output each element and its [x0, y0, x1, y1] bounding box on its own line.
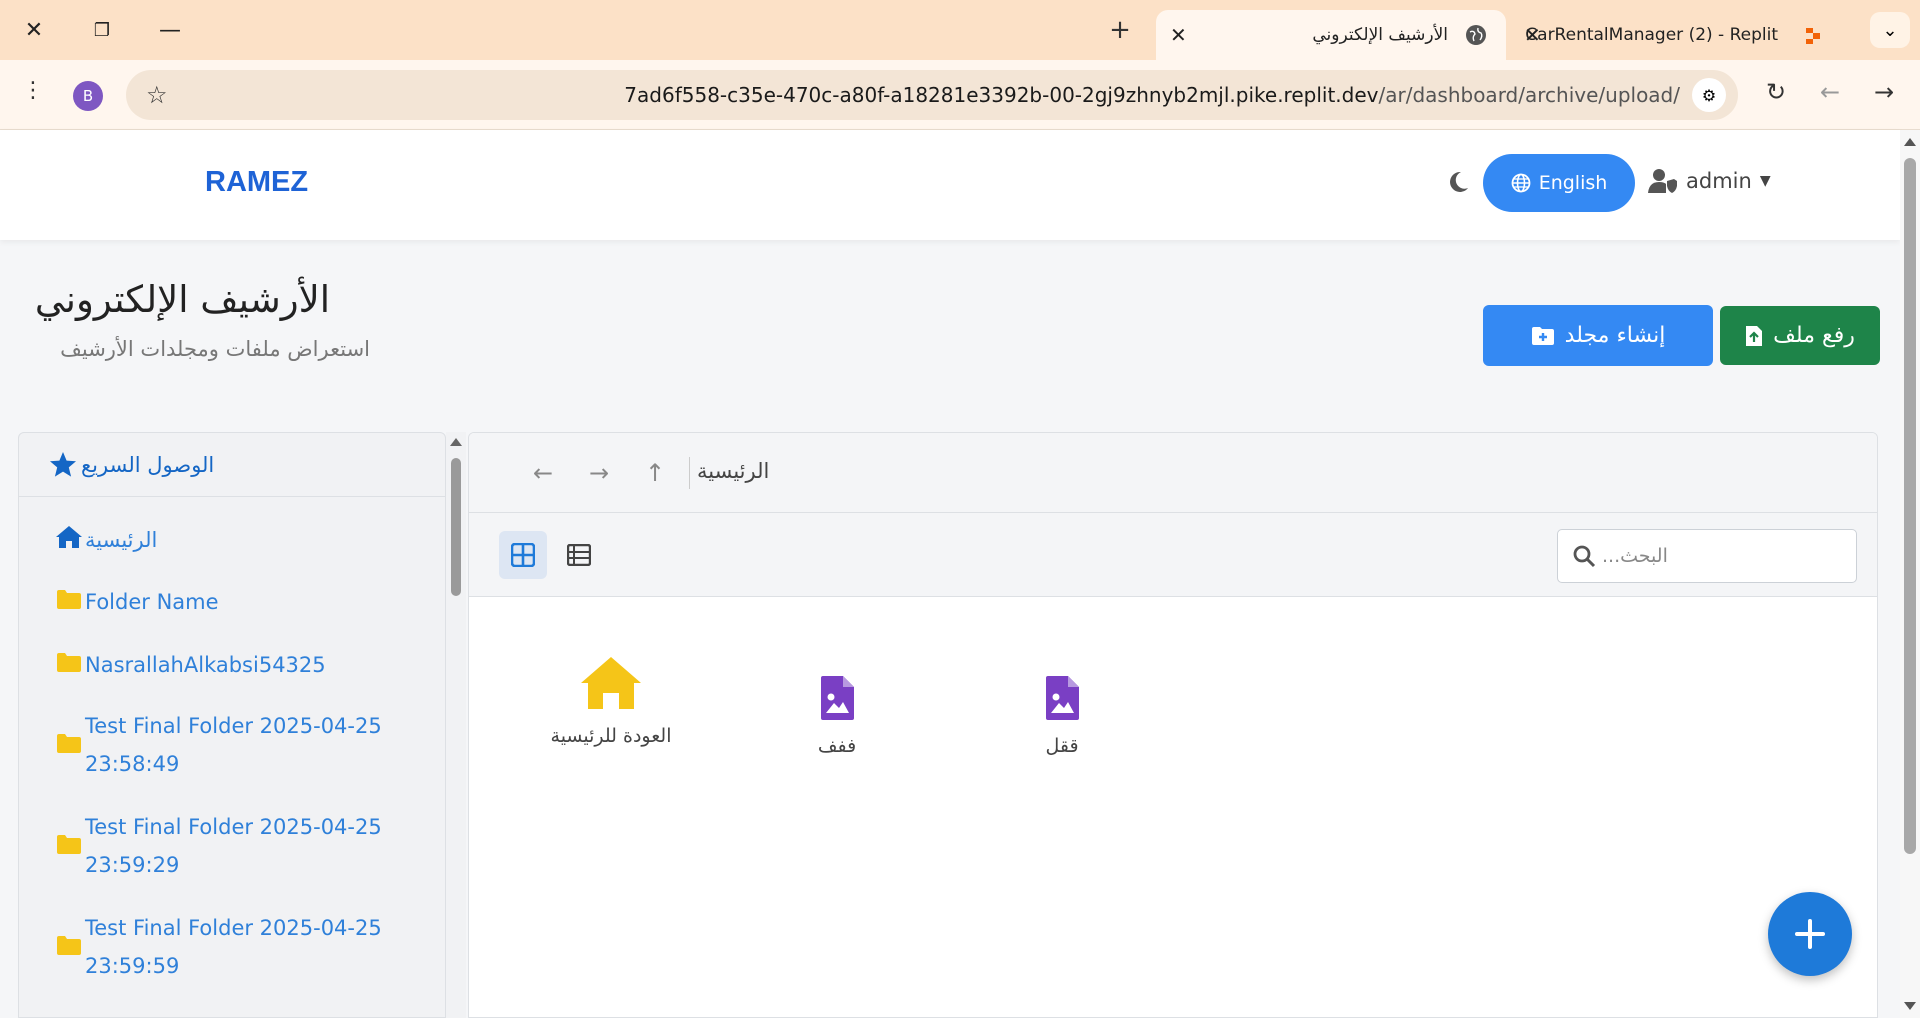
- file-tile-fff[interactable]: ففف: [737, 675, 937, 757]
- plus-icon: [1795, 919, 1825, 949]
- scroll-up-arrow-icon[interactable]: [450, 438, 462, 446]
- breadcrumb-separator: [689, 457, 690, 489]
- new-tab-button[interactable]: +: [1100, 12, 1140, 48]
- home-icon: [56, 526, 82, 548]
- list-icon: [567, 544, 591, 566]
- file-browser-panel: ← → ↑ الرئيسية البحث... العودة للرئيسية …: [468, 432, 1878, 1018]
- scroll-down-arrow-icon[interactable]: [1904, 1002, 1916, 1010]
- user-name: admin: [1686, 169, 1752, 193]
- sidebar-item-label: NasrallahAlkabsi54325: [85, 653, 326, 677]
- tab-title: الأرشيف الإلكتروني: [1312, 25, 1448, 45]
- moon-icon[interactable]: [1444, 168, 1472, 196]
- tab-car-rental[interactable]: ✕ CarRentalManager (2) - Replit: [1510, 10, 1850, 60]
- sidebar-item-folder-name[interactable]: Folder Name: [55, 583, 219, 621]
- sidebar-scroll-thumb[interactable]: [451, 458, 461, 596]
- language-label: English: [1538, 172, 1608, 194]
- image-file-icon: [1046, 676, 1079, 720]
- page-subtitle: استعراض ملفات ومجلدات الأرشيف: [60, 337, 370, 361]
- upload-file-button[interactable]: رفع ملف: [1720, 306, 1880, 365]
- sidebar-item-label: Test Final Folder 2025-04-25 23:59:29: [85, 815, 382, 877]
- reload-button[interactable]: ↻: [1766, 78, 1786, 106]
- home-icon: [581, 657, 641, 709]
- sidebar-item-label: Test Final Folder 2025-04-25 23:59:59: [85, 916, 382, 978]
- sidebar-item-label: Test Final Folder 2025-04-25 23:58:49: [85, 714, 382, 776]
- sidebar-item-test-folder-3[interactable]: Test Final Folder 2025-04-25 23:59:59: [55, 909, 385, 985]
- tab-close-icon[interactable]: ✕: [1170, 23, 1187, 47]
- profile-avatar[interactable]: B: [73, 81, 103, 111]
- user-menu-dropdown[interactable]: admin ▼: [1648, 168, 1771, 194]
- address-bar[interactable]: ☆ 7ad6f558-c35e-470c-a80f-a18281e3392b-0…: [126, 70, 1738, 120]
- sidebar-scrollbar[interactable]: [446, 432, 466, 1018]
- sidebar-item-test-folder-1[interactable]: Test Final Folder 2025-04-25 23:58:49: [55, 707, 385, 783]
- grid-icon: [511, 543, 535, 567]
- create-folder-button[interactable]: إنشاء مجلد: [1483, 305, 1713, 366]
- search-input[interactable]: [1602, 540, 1842, 572]
- quick-access-header: الوصول السريع: [19, 433, 445, 497]
- sidebar-item-test-folder-2[interactable]: Test Final Folder 2025-04-25 23:59:29: [55, 808, 385, 884]
- image-file-icon: [821, 676, 854, 720]
- page-title: الأرشيف الإلكتروني: [34, 278, 330, 321]
- url-path: /ar/dashboard/archive/upload/: [1378, 83, 1681, 107]
- browser-forward-button[interactable]: →: [583, 457, 615, 489]
- browser-up-button[interactable]: ↑: [639, 457, 671, 489]
- file-tile-qql[interactable]: ققل: [962, 675, 1162, 757]
- browser-back-button[interactable]: ←: [527, 457, 559, 489]
- window-restore-button[interactable]: ❐: [80, 12, 124, 48]
- sidebar-item-label: الرئيسية: [85, 528, 158, 552]
- scroll-up-arrow-icon[interactable]: [1904, 138, 1916, 146]
- tile-label: ققل: [1045, 735, 1079, 757]
- forward-button[interactable]: →: [1874, 78, 1894, 106]
- breadcrumb[interactable]: الرئيسية: [697, 459, 769, 483]
- list-view-button[interactable]: [555, 531, 603, 579]
- browser-tab-bar: ✕ ❐ — + ✕ الأرشيف الإلكتروني ✕ CarRental…: [0, 0, 1920, 60]
- tab-archive[interactable]: ✕ الأرشيف الإلكتروني: [1156, 10, 1506, 60]
- file-browser-nav: ← → ↑ الرئيسية: [469, 433, 1877, 513]
- tab-title: CarRentalManager (2) - Replit: [1525, 25, 1778, 45]
- back-home-tile[interactable]: العودة للرئيسية: [511, 655, 711, 747]
- site-settings-icon[interactable]: ⚙: [1692, 78, 1726, 112]
- globe-icon: [1511, 173, 1531, 193]
- globe-icon: [1466, 25, 1486, 45]
- sidebar-item-label: Folder Name: [85, 590, 219, 614]
- tile-label: ففف: [817, 735, 857, 757]
- user-shield-icon: [1648, 169, 1677, 193]
- browser-toolbar: ⋮ B ☆ 7ad6f558-c35e-470c-a80f-a18281e339…: [0, 60, 1920, 130]
- replit-icon: [1806, 28, 1820, 44]
- quick-access-title: الوصول السريع: [81, 452, 215, 477]
- add-fab-button[interactable]: [1768, 892, 1852, 976]
- url-text: 7ad6f558-c35e-470c-a80f-a18281e3392b-00-…: [624, 83, 1680, 107]
- url-host: 7ad6f558-c35e-470c-a80f-a18281e3392b-00-…: [624, 83, 1379, 107]
- folder-icon: [57, 734, 81, 753]
- window-close-button[interactable]: ✕: [12, 12, 56, 48]
- grid-view-button[interactable]: [499, 531, 547, 579]
- upload-file-label: رفع ملف: [1773, 323, 1855, 348]
- folder-icon: [57, 835, 81, 854]
- page-scrollbar[interactable]: [1900, 130, 1920, 1018]
- language-button[interactable]: English: [1483, 154, 1635, 212]
- browser-menu-icon[interactable]: ⋮: [22, 78, 44, 103]
- folder-icon: [57, 653, 81, 672]
- folder-plus-icon: [1531, 326, 1554, 345]
- bookmark-star-icon[interactable]: ☆: [146, 81, 168, 109]
- back-button[interactable]: ←: [1820, 78, 1840, 106]
- sidebar-item-nasrallah[interactable]: NasrallahAlkabsi54325: [55, 646, 326, 684]
- brand-logo[interactable]: RAMEZ: [205, 166, 308, 199]
- star-icon: [50, 452, 76, 477]
- search-box[interactable]: [1557, 529, 1857, 583]
- folder-icon: [57, 936, 81, 955]
- window-minimize-button[interactable]: —: [148, 12, 192, 48]
- create-folder-label: إنشاء مجلد: [1564, 323, 1666, 348]
- quick-access-sidebar: الوصول السريع الرئيسية Folder Name Nasra…: [18, 432, 446, 1018]
- file-browser-toolbar: [469, 513, 1877, 597]
- tab-search-menu-button[interactable]: ⌄: [1870, 12, 1910, 48]
- page-scroll-thumb[interactable]: [1904, 158, 1916, 854]
- caret-down-icon: ▼: [1759, 173, 1771, 189]
- search-icon: [1573, 545, 1596, 568]
- sidebar-item-home[interactable]: الرئيسية: [55, 521, 157, 559]
- tile-label: العودة للرئيسية: [550, 725, 672, 747]
- file-upload-icon: [1746, 325, 1763, 346]
- app-header: RAMEZ English admin ▼: [0, 130, 1900, 240]
- folder-icon: [57, 590, 81, 609]
